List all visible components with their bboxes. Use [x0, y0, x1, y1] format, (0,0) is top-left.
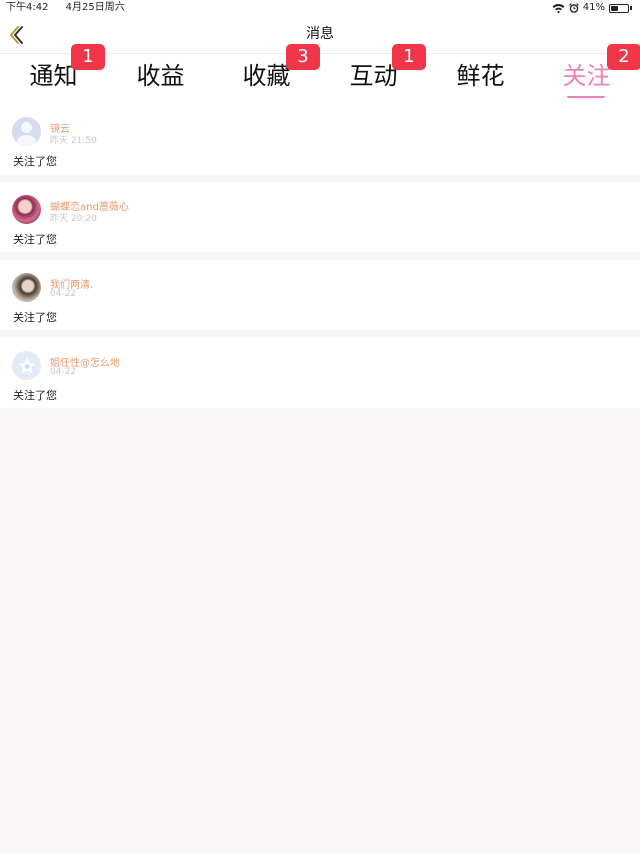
- avatar-head: [21, 122, 32, 133]
- tab-follows[interactable]: 关注 2: [533, 44, 640, 104]
- tab-interactions[interactable]: 互动 1: [320, 44, 427, 104]
- tab-favorites[interactable]: 收藏 3: [213, 44, 320, 104]
- follow-item[interactable]: 我们两清. 04-22 关注了您: [0, 260, 640, 330]
- timestamp: 昨天 21:50: [50, 136, 97, 146]
- tab-notifications[interactable]: 通知 1: [0, 44, 107, 104]
- status-left: 下午4:42 4月25日周六: [6, 0, 139, 16]
- active-tab-indicator: [567, 96, 605, 98]
- star-icon: [18, 357, 35, 373]
- follow-list: 镜云 昨天 21:50 关注了您 蝴蝶恋and蔷薇心 昨天 20:20 关注了您…: [0, 104, 640, 416]
- status-date: 4月25日周六: [65, 2, 125, 13]
- status-right: 41%: [552, 0, 632, 16]
- timestamp: 04-22: [50, 289, 77, 299]
- avatar-shoulder: [17, 135, 36, 146]
- tab-earnings[interactable]: 收益: [107, 54, 214, 104]
- timestamp: 04-22: [50, 367, 77, 377]
- follow-message: 关注了您: [13, 311, 57, 324]
- unread-badge: 1: [71, 44, 105, 70]
- tab-label: 鲜花: [456, 62, 505, 90]
- follow-item[interactable]: 姐任性@怎么地 04-22 关注了您: [0, 338, 640, 408]
- star-avatar-icon[interactable]: [12, 351, 41, 380]
- follow-message: 关注了您: [13, 233, 57, 246]
- unread-badge: 1: [392, 44, 426, 70]
- tab-bar: 通知 1 收益 收藏 3 互动 1 鲜花 关注 2: [0, 44, 640, 104]
- battery-tip: [630, 6, 632, 10]
- follow-item[interactable]: 镜云 昨天 21:50 关注了您: [0, 104, 640, 174]
- user-photo-avatar[interactable]: [12, 195, 41, 224]
- alarm-clock-icon: [568, 3, 579, 13]
- tab-label: 收益: [136, 62, 185, 90]
- wifi-icon: [552, 4, 565, 13]
- battery-percent: 41%: [582, 2, 605, 13]
- unread-badge: 2: [607, 44, 640, 70]
- follow-message: 关注了您: [13, 389, 57, 402]
- status-time: 下午4:42: [6, 2, 49, 13]
- battery-level: [611, 5, 618, 11]
- battery-icon: [609, 3, 629, 13]
- status-bar: 下午4:42 4月25日周六 41%: [0, 0, 640, 16]
- default-avatar-icon[interactable]: [12, 117, 41, 146]
- follow-item[interactable]: 蝴蝶恋and蔷薇心 昨天 20:20 关注了您: [0, 182, 640, 252]
- follow-message: 关注了您: [13, 155, 57, 168]
- unread-badge: 3: [286, 44, 320, 70]
- timestamp: 昨天 20:20: [50, 214, 97, 224]
- tab-flowers[interactable]: 鲜花: [427, 54, 534, 104]
- user-photo-avatar[interactable]: [12, 273, 41, 302]
